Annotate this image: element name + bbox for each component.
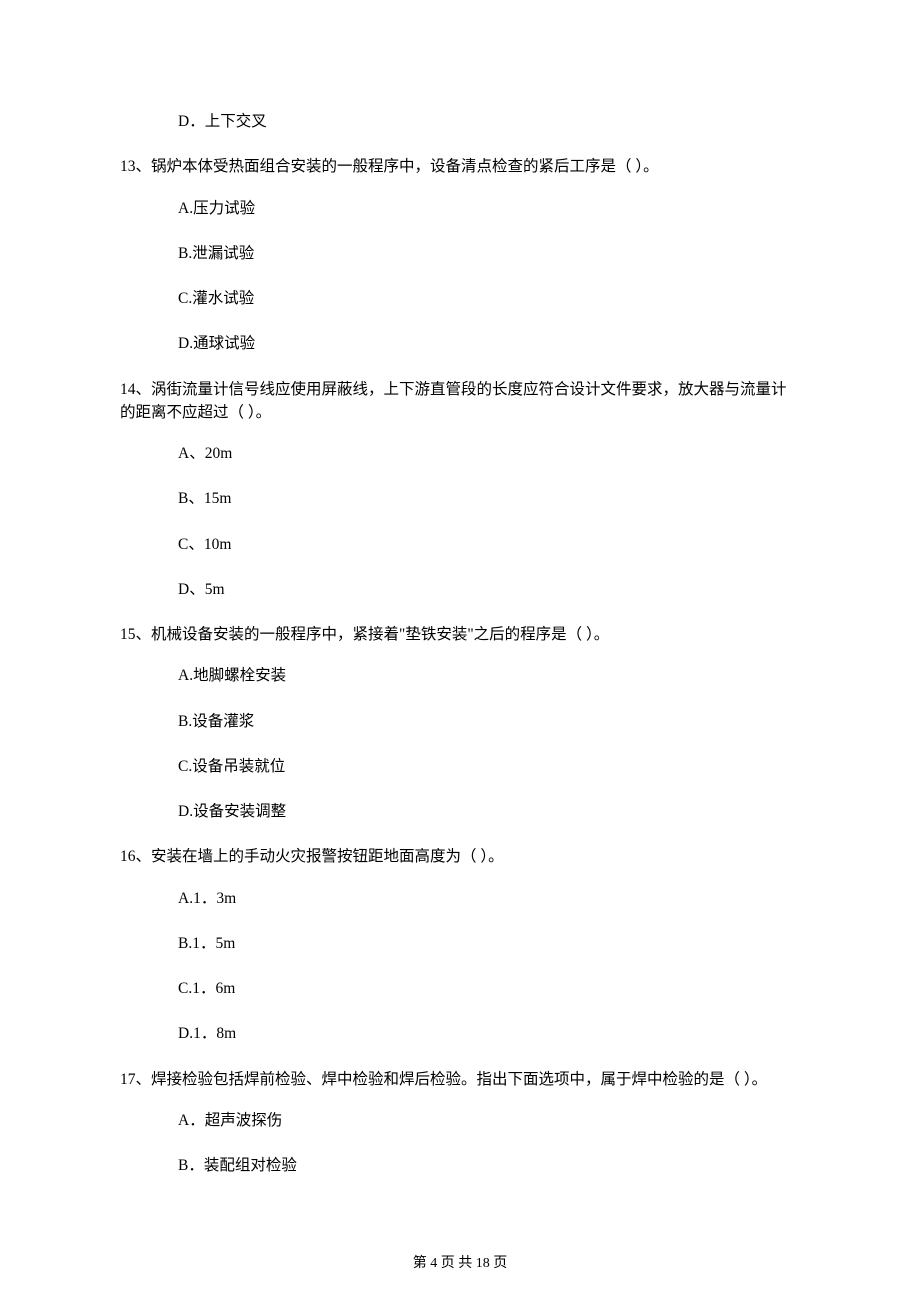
option-list: A.1．3m B.1．5m C.1．6m D.1．8m [178, 887, 800, 1046]
document-page: D．上下交叉 13、锅炉本体受热面组合安装的一般程序中，设备清点检查的紧后工序是… [0, 0, 920, 1259]
option-a: A．超声波探伤 [178, 1109, 800, 1132]
option-d: D.1．8m [178, 1022, 800, 1045]
option-c: C、10m [178, 533, 800, 556]
question-block-13: 13、锅炉本体受热面组合安装的一般程序中，设备清点检查的紧后工序是（ ）。 A.… [120, 155, 800, 355]
option-d: D、5m [178, 578, 800, 601]
option-b: B.泄漏试验 [178, 242, 800, 265]
option-b: B、15m [178, 487, 800, 510]
option-b: B.1．5m [178, 932, 800, 955]
question-stem: 16、安装在墙上的手动火灾报警按钮距地面高度为（ ）。 [120, 845, 800, 868]
option-a: A.地脚螺栓安装 [178, 664, 800, 687]
option-b: B.设备灌浆 [178, 710, 800, 733]
option-b: B．装配组对检验 [178, 1154, 800, 1177]
option-c: C.灌水试验 [178, 287, 800, 310]
question-stem: 13、锅炉本体受热面组合安装的一般程序中，设备清点检查的紧后工序是（ ）。 [120, 155, 800, 178]
option-a: A.压力试验 [178, 197, 800, 220]
question-stem: 15、机械设备安装的一般程序中，紧接着"垫铁安装"之后的程序是（ ）。 [120, 623, 800, 646]
option-list: A.压力试验 B.泄漏试验 C.灌水试验 D.通球试验 [178, 197, 800, 356]
question-block-16: 16、安装在墙上的手动火灾报警按钮距地面高度为（ ）。 A.1．3m B.1．5… [120, 845, 800, 1045]
option-a: A.1．3m [178, 887, 800, 910]
question-stem: 17、焊接检验包括焊前检验、焊中检验和焊后检验。指出下面选项中，属于焊中检验的是… [120, 1068, 800, 1091]
question-stem: 14、涡街流量计信号线应使用屏蔽线，上下游直管段的长度应符合设计文件要求，放大器… [120, 378, 800, 425]
option-a: A、20m [178, 442, 800, 465]
option-d: D.通球试验 [178, 332, 800, 355]
question-block-14: 14、涡街流量计信号线应使用屏蔽线，上下游直管段的长度应符合设计文件要求，放大器… [120, 378, 800, 602]
page-footer: 第 4 页 共 18 页 [0, 1252, 920, 1272]
prev-page-trailing-option: D．上下交叉 [178, 110, 800, 133]
question-block-15: 15、机械设备安装的一般程序中，紧接着"垫铁安装"之后的程序是（ ）。 A.地脚… [120, 623, 800, 823]
option-c: C.1．6m [178, 977, 800, 1000]
option-list: A．超声波探伤 B．装配组对检验 [178, 1109, 800, 1178]
option-c: C.设备吊装就位 [178, 755, 800, 778]
option-d: D.设备安装调整 [178, 800, 800, 823]
option-list: A.地脚螺栓安装 B.设备灌浆 C.设备吊装就位 D.设备安装调整 [178, 664, 800, 823]
option-list: A、20m B、15m C、10m D、5m [178, 442, 800, 601]
question-block-17: 17、焊接检验包括焊前检验、焊中检验和焊后检验。指出下面选项中，属于焊中检验的是… [120, 1068, 800, 1178]
